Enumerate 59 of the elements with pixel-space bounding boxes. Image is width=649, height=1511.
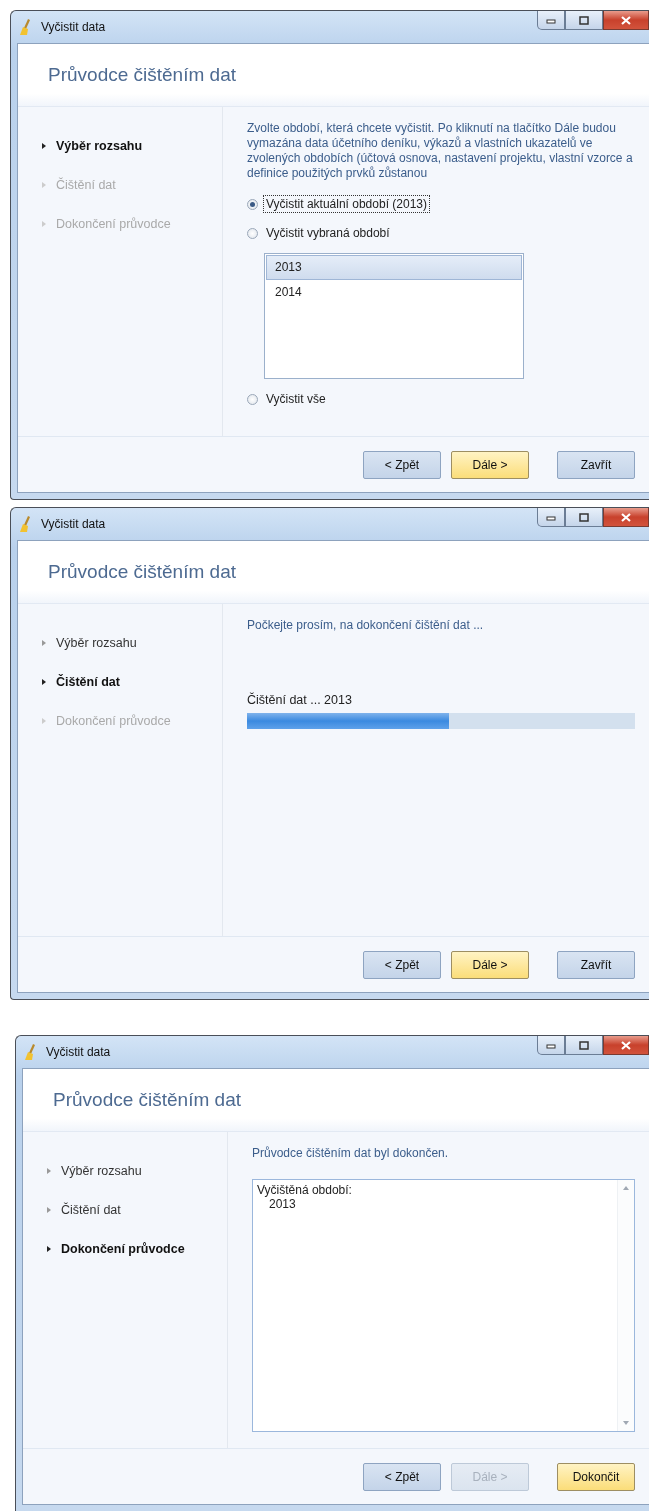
wizard-button[interactable]: < Zpět — [363, 950, 441, 979]
maximize-button[interactable] — [565, 11, 603, 30]
window-title: Vyčistit data — [41, 20, 106, 34]
radio-button[interactable] — [247, 227, 258, 239]
list-item[interactable]: 2013 — [266, 255, 522, 280]
wizard-button[interactable]: Dále > — [451, 450, 529, 479]
broom-icon — [19, 515, 33, 533]
close-icon — [621, 512, 631, 522]
radio-label: Vyčistit aktuální období (2013) — [263, 195, 430, 213]
broom-icon — [19, 18, 33, 36]
maximize-icon — [579, 1040, 589, 1050]
close-icon — [621, 15, 631, 25]
close-button[interactable] — [603, 508, 649, 527]
minimize-button[interactable] — [537, 1036, 565, 1055]
summary-line: Vyčištěná období: — [257, 1183, 353, 1197]
minimize-icon — [546, 16, 556, 24]
broom-icon — [24, 1043, 38, 1061]
minimize-icon — [546, 1041, 556, 1049]
window-title: Vyčistit data — [41, 517, 106, 531]
close-icon — [621, 1040, 631, 1050]
step-label: Dokončení průvodce — [61, 1242, 185, 1256]
step-label: Výběr rozsahu — [61, 1164, 142, 1178]
step-label: Dokončení průvodce — [56, 714, 171, 728]
wizard-heading: Průvodce čištěním dat — [48, 561, 236, 583]
wizard-heading: Průvodce čištěním dat — [48, 64, 236, 86]
step-label: Výběr rozsahu — [56, 139, 143, 153]
wizard-heading: Průvodce čištěním dat — [53, 1089, 241, 1111]
instruction-text: Počkejte prosím, na dokončení čištění dat ... — [247, 618, 485, 633]
instruction-text: Průvodce čištěním dat byl dokončen. — [252, 1146, 450, 1161]
minimize-button[interactable] — [537, 508, 565, 527]
wizard-button[interactable]: Zavřít — [557, 450, 635, 479]
window-title: Vyčistit data — [46, 1045, 111, 1059]
scrollbar[interactable] — [617, 1180, 634, 1431]
list-item[interactable]: 2014 — [266, 280, 522, 305]
radio-button[interactable] — [247, 393, 258, 405]
radio-label: Vyčistit vše — [265, 391, 327, 408]
maximize-icon — [579, 15, 589, 25]
close-button[interactable] — [603, 1036, 649, 1055]
close-button[interactable] — [603, 11, 649, 30]
maximize-button[interactable] — [565, 1036, 603, 1055]
instruction-text: Zvolte období, která chcete vyčistit. Po kliknutí na tlačítko Dále budou vymazána data účetního deníku, výkazů a vlastních ukazatelů ve zvolených obdobích (účtová osnova, nastavení projektu, vlastní vzorce a definice použitých prvků zůstanou — [247, 121, 634, 181]
radio-button[interactable] — [247, 198, 258, 210]
step-label: Dokončení průvodce — [56, 217, 171, 231]
minimize-button[interactable] — [537, 11, 565, 30]
step-label: Čištění dat — [56, 675, 120, 689]
wizard-button[interactable]: < Zpět — [363, 450, 441, 479]
progress-status: Čištění dat ... 2013 — [247, 693, 353, 707]
maximize-button[interactable] — [565, 508, 603, 527]
wizard-button[interactable]: < Zpět — [363, 1462, 441, 1491]
wizard-button[interactable]: Dále > — [451, 950, 529, 979]
radio-label: Vyčistit vybraná období — [265, 225, 391, 242]
wizard-button[interactable]: Dokončit — [557, 1462, 635, 1491]
step-label: Čištění dat — [61, 1203, 121, 1217]
maximize-icon — [579, 512, 589, 522]
step-label: Výběr rozsahu — [56, 636, 137, 650]
step-label: Čištění dat — [56, 178, 116, 192]
wizard-button[interactable]: Zavřít — [557, 950, 635, 979]
minimize-icon — [546, 513, 556, 521]
summary-line: 2013 — [268, 1197, 297, 1211]
